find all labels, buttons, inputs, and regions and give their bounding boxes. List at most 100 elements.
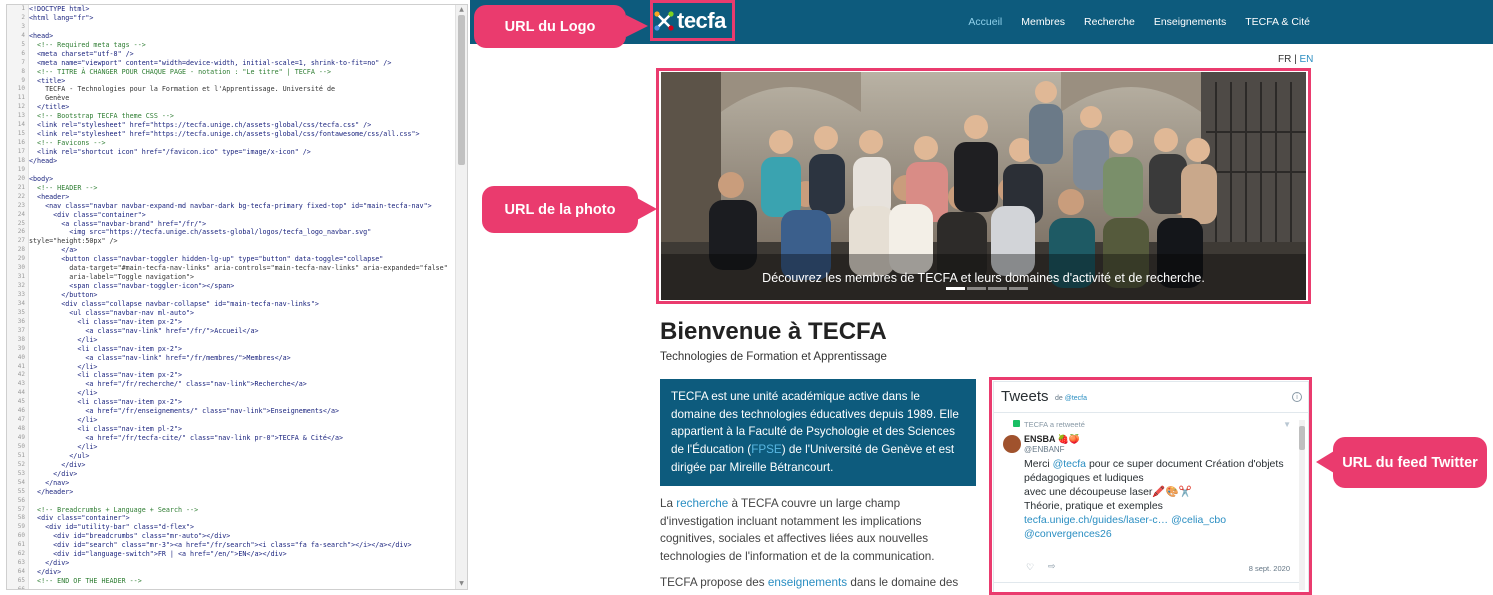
code-line[interactable]: </a> bbox=[29, 246, 455, 255]
code-line[interactable]: </ul> bbox=[29, 452, 455, 461]
code-line[interactable] bbox=[29, 497, 455, 506]
code-line[interactable]: <!-- END OF THE HEADER --> bbox=[29, 577, 455, 586]
code-line[interactable]: <a href="/fr/enseignements/" class="nav-… bbox=[29, 407, 455, 416]
code-line[interactable]: <meta charset="utf-8" /> bbox=[29, 50, 455, 59]
share-icon[interactable]: ⇨ bbox=[1048, 561, 1056, 572]
code-line[interactable]: <a class="nav-link" href="/fr/membres/">… bbox=[29, 354, 455, 363]
tweet-mention[interactable]: @tecfa bbox=[1053, 458, 1086, 470]
code-line[interactable]: <a class="nav-link" href="/fr/">Accueil<… bbox=[29, 327, 455, 336]
code-line[interactable]: <head> bbox=[29, 32, 455, 41]
code-line[interactable]: <link rel="shortcut icon" href="/favicon… bbox=[29, 148, 455, 157]
info-icon[interactable]: i bbox=[1292, 392, 1302, 402]
code-line[interactable]: <header> bbox=[29, 193, 455, 202]
code-line[interactable]: aria-label="Toggle navigation"> bbox=[29, 273, 455, 282]
carousel-indicator[interactable] bbox=[967, 287, 986, 290]
code-line[interactable]: </header> bbox=[29, 488, 455, 497]
code-line[interactable]: <li class="nav-item px-2"> bbox=[29, 398, 455, 407]
code-line[interactable]: <!-- TITRE À CHANGER POUR CHAQUE PAGE - … bbox=[29, 68, 455, 77]
twitter-widget[interactable]: Tweets de @tecfa i TECFA a retweeté ▼ EN… bbox=[993, 381, 1309, 593]
tweet-mention[interactable]: @convergences26 bbox=[1024, 528, 1112, 540]
code-line[interactable]: <link rel="stylesheet" href="https://tec… bbox=[29, 130, 455, 139]
code-line[interactable] bbox=[29, 166, 455, 175]
code-line[interactable]: </div> bbox=[29, 568, 455, 577]
code-line[interactable]: style="height:50px" /> bbox=[29, 237, 455, 246]
code-line[interactable]: <div id="language-switch">FR | <a href="… bbox=[29, 550, 455, 559]
code-line[interactable]: </div> bbox=[29, 461, 455, 470]
code-line[interactable]: <!-- Required meta tags --> bbox=[29, 41, 455, 50]
editor-scroll-thumb[interactable] bbox=[458, 15, 465, 165]
scroll-up-icon[interactable]: ▲ bbox=[456, 5, 467, 15]
tweet[interactable]: TECFA a retweeté ▼ ENSBA 🍓🍑 @ENBANF Merc… bbox=[994, 414, 1299, 582]
code-line[interactable]: <div class="container"> bbox=[29, 211, 455, 220]
code-line[interactable]: </li> bbox=[29, 336, 455, 345]
code-line[interactable]: <li class="nav-item pl-2"> bbox=[29, 425, 455, 434]
avatar[interactable] bbox=[1003, 435, 1021, 453]
twitter-scrollbar[interactable] bbox=[1299, 420, 1305, 590]
code-line[interactable]: </li> bbox=[29, 443, 455, 452]
code-line[interactable]: </title> bbox=[29, 103, 455, 112]
editor-scrollbar[interactable]: ▲ ▼ bbox=[455, 5, 467, 589]
code-line[interactable]: <img src="https://tecfa.unige.ch/assets-… bbox=[29, 228, 455, 237]
code-line[interactable]: Genève bbox=[29, 94, 455, 103]
code-line[interactable]: <a href="/fr/tecfa-cite/" class="nav-lin… bbox=[29, 434, 455, 443]
code-line[interactable]: <!DOCTYPE html> bbox=[29, 5, 455, 14]
tweet-date[interactable]: 8 sept. 2020 bbox=[1249, 564, 1290, 573]
code-line[interactable]: <title> bbox=[29, 77, 455, 86]
code-line[interactable] bbox=[29, 586, 455, 589]
code-line[interactable]: <div class="container"> bbox=[29, 514, 455, 523]
carousel-indicator[interactable] bbox=[946, 287, 965, 290]
scroll-down-icon[interactable]: ▼ bbox=[456, 579, 467, 589]
lang-en-link[interactable]: EN bbox=[1300, 54, 1314, 65]
code-line[interactable]: <li class="nav-item px-2"> bbox=[29, 371, 455, 380]
code-line[interactable]: <ul class="navbar-nav ml-auto"> bbox=[29, 309, 455, 318]
code-line[interactable]: </head> bbox=[29, 157, 455, 166]
enseignements-link[interactable]: enseignements bbox=[768, 576, 847, 589]
code-line[interactable]: <li class="nav-item px-2"> bbox=[29, 318, 455, 327]
code-line[interactable]: <div id="utility-bar" class="d-flex"> bbox=[29, 523, 455, 532]
logo[interactable]: tecfa bbox=[653, 3, 733, 39]
like-icon[interactable]: ♡ bbox=[1026, 562, 1034, 573]
code-line[interactable]: <meta name="viewport" content="width=dev… bbox=[29, 59, 455, 68]
tweet-handle[interactable]: @ENBANF bbox=[1024, 445, 1065, 454]
fpse-link[interactable]: FPSE bbox=[751, 443, 782, 456]
code-line[interactable]: <!-- Favicons --> bbox=[29, 139, 455, 148]
code-line[interactable]: </button> bbox=[29, 291, 455, 300]
code-line[interactable] bbox=[29, 23, 455, 32]
code-line[interactable]: </div> bbox=[29, 559, 455, 568]
code-line[interactable]: </li> bbox=[29, 389, 455, 398]
carousel-indicator[interactable] bbox=[988, 287, 1007, 290]
code-line[interactable]: <div id="breadcrumbs" class="mr-auto"></… bbox=[29, 532, 455, 541]
code-line[interactable]: <a href="/fr/recherche/" class="nav-link… bbox=[29, 380, 455, 389]
tweet-mention[interactable]: @celia_cbo bbox=[1168, 514, 1226, 526]
code-line[interactable]: </div> bbox=[29, 470, 455, 479]
code-line[interactable]: <a class="navbar-brand" href="/fr/"> bbox=[29, 220, 455, 229]
twitter-scroll-thumb[interactable] bbox=[1299, 426, 1305, 450]
code-editor[interactable]: 1 2 3 4 5 6 7 8 9 10 11 12 13 14 15 16 17 18 19 20 21 22 23 24 2… bbox=[6, 4, 468, 590]
code-line[interactable]: <!-- Breadcrumbs + Language + Search --> bbox=[29, 506, 455, 515]
tweet-author[interactable]: ENSBA 🍓🍑 bbox=[1024, 434, 1080, 445]
nav-link-recherche[interactable]: Recherche bbox=[1084, 16, 1135, 28]
code-line[interactable]: <button class="navbar-toggler hidden-lg-… bbox=[29, 255, 455, 264]
photo-carousel[interactable]: Découvrez les membres de TECFA et leurs … bbox=[661, 72, 1306, 300]
code-line[interactable]: <span class="navbar-toggler-icon"></span… bbox=[29, 282, 455, 291]
nav-link-accueil[interactable]: Accueil bbox=[968, 16, 1002, 28]
code-area[interactable]: <!DOCTYPE html> <html lang="fr"> <head> <!… bbox=[29, 5, 455, 589]
code-line[interactable]: </li> bbox=[29, 363, 455, 372]
code-line[interactable]: <nav class="navbar navbar-expand-md navb… bbox=[29, 202, 455, 211]
code-line[interactable]: <html lang="fr"> bbox=[29, 14, 455, 23]
code-line[interactable]: <link rel="stylesheet" href="https://tec… bbox=[29, 121, 455, 130]
code-line[interactable]: <li class="nav-item px-2"> bbox=[29, 345, 455, 354]
code-line[interactable]: <!-- HEADER --> bbox=[29, 184, 455, 193]
nav-link-membres[interactable]: Membres bbox=[1021, 16, 1065, 28]
recherche-link[interactable]: recherche bbox=[676, 497, 728, 510]
code-line[interactable]: data-target="#main-tecfa-nav-links" aria… bbox=[29, 264, 455, 273]
tweet-link[interactable]: tecfa.unige.ch/guides/laser-c… bbox=[1024, 514, 1168, 526]
code-line[interactable]: </li> bbox=[29, 416, 455, 425]
carousel-indicator[interactable] bbox=[1009, 287, 1028, 290]
code-line[interactable]: <body> bbox=[29, 175, 455, 184]
code-line[interactable]: </nav> bbox=[29, 479, 455, 488]
code-line[interactable]: <div id="search" class="mr-3"><a href="/… bbox=[29, 541, 455, 550]
code-line[interactable]: TECFA - Technologies pour la Formation e… bbox=[29, 85, 455, 94]
nav-link-tecfa-cite[interactable]: TECFA & Cité bbox=[1245, 16, 1310, 28]
nav-link-enseignements[interactable]: Enseignements bbox=[1154, 16, 1226, 28]
